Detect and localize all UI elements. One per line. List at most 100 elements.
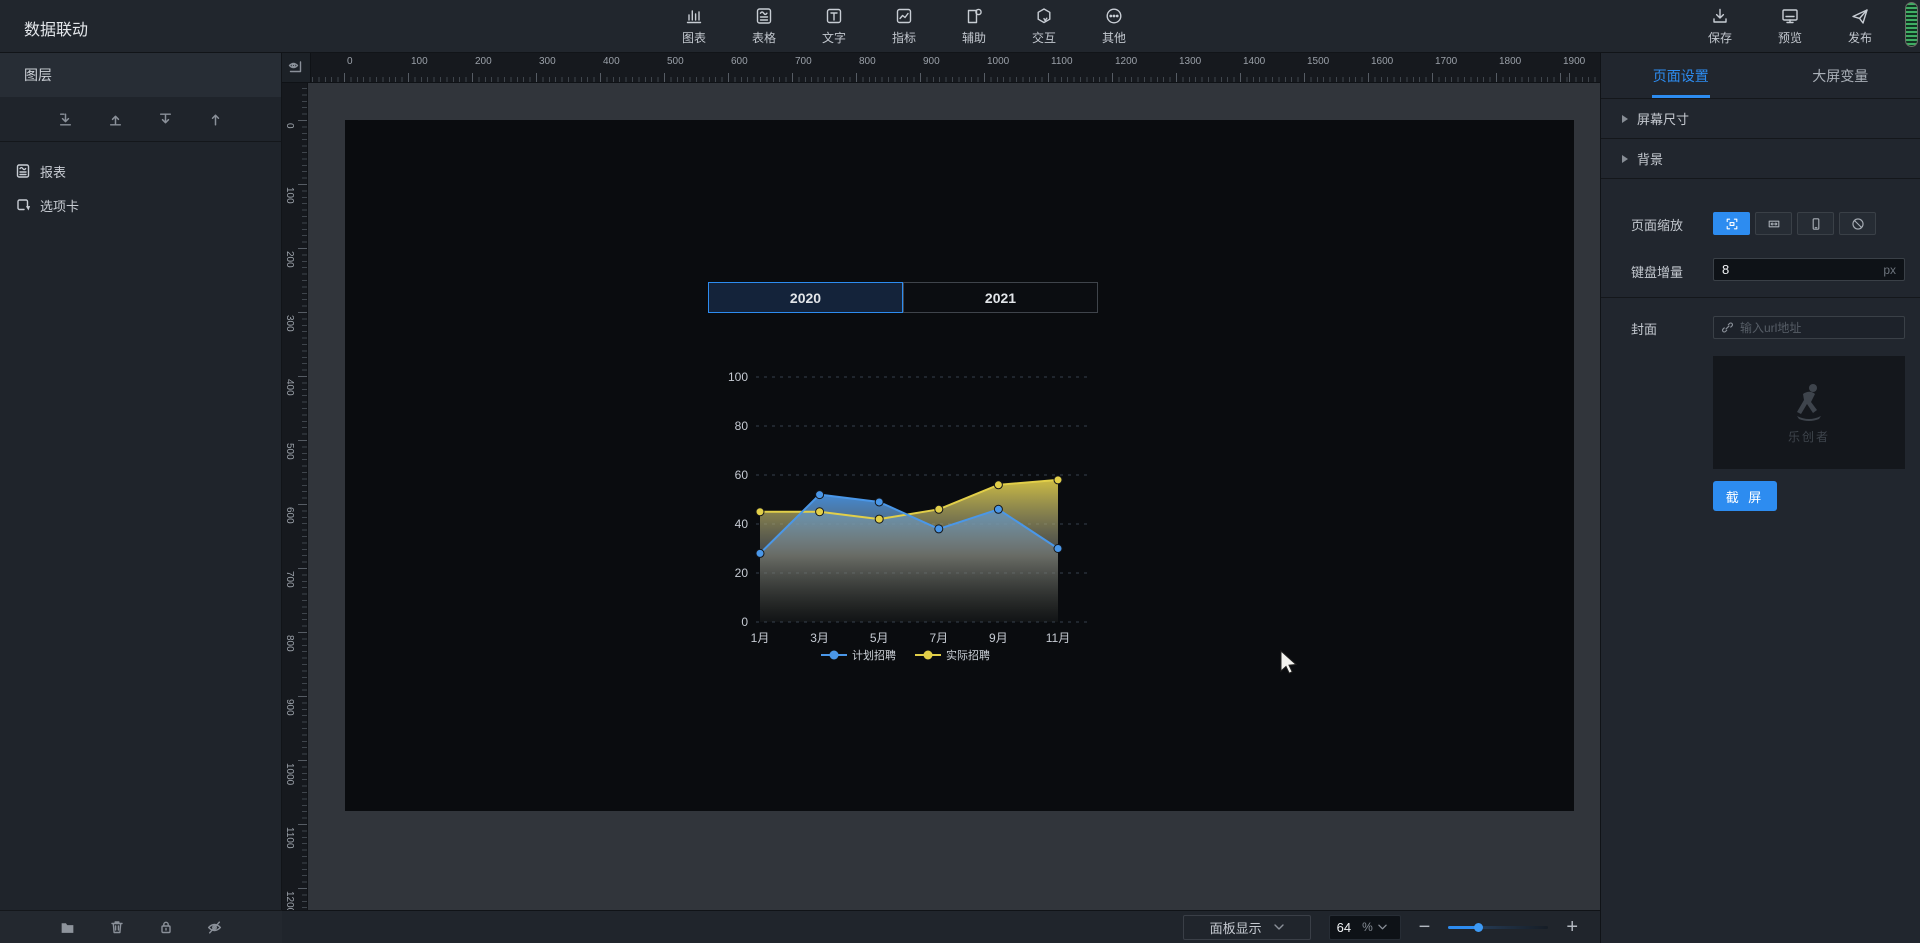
ruler-number: 800 bbox=[284, 635, 295, 652]
preview-icon bbox=[1780, 6, 1800, 26]
ruler-number: 1800 bbox=[1499, 56, 1521, 67]
layers-sidebar: 图层 报表 选项卡 bbox=[0, 53, 282, 910]
lock-button[interactable] bbox=[156, 917, 176, 937]
toolbar-item-chart[interactable]: 图表 bbox=[672, 6, 716, 46]
bring-to-front-button[interactable] bbox=[205, 108, 227, 130]
cover-url-input[interactable] bbox=[1740, 321, 1897, 335]
zoom-none-button[interactable] bbox=[1839, 212, 1876, 235]
publish-button[interactable]: 发布 bbox=[1840, 6, 1880, 46]
topbar: 数据联动 图表 表格 文字 指标 辅助 bbox=[0, 0, 1920, 53]
save-icon bbox=[1710, 6, 1730, 26]
zoom-slider-thumb[interactable] bbox=[1474, 923, 1483, 932]
group-folder-button[interactable] bbox=[58, 917, 78, 937]
send-backward-button[interactable] bbox=[155, 108, 177, 130]
toolbar-item-table[interactable]: 表格 bbox=[742, 6, 786, 46]
layers-header: 图层 bbox=[0, 53, 281, 97]
ruler-number: 700 bbox=[284, 571, 295, 588]
svg-text:0: 0 bbox=[741, 615, 748, 629]
keyboard-increment-input[interactable] bbox=[1722, 262, 1883, 277]
table-icon bbox=[754, 6, 774, 26]
zoom-out-button[interactable]: − bbox=[1419, 917, 1431, 937]
ruler-number: 1200 bbox=[1115, 56, 1137, 67]
hide-eye-off-button[interactable] bbox=[205, 917, 225, 937]
panel-display-dropdown[interactable]: 面板显示 bbox=[1183, 915, 1311, 940]
page-title: 数据联动 bbox=[24, 16, 88, 40]
svg-text:40: 40 bbox=[735, 517, 749, 531]
zoom-fit-height-button[interactable] bbox=[1797, 212, 1834, 235]
ruler-number: 0 bbox=[284, 123, 295, 129]
tab-page-settings[interactable]: 页面设置 bbox=[1601, 53, 1761, 98]
year-tab-widget: 2020 2021 bbox=[708, 282, 1098, 313]
guides-toggle-button[interactable] bbox=[282, 53, 311, 83]
layer-item-tabs[interactable]: 选项卡 bbox=[0, 188, 281, 222]
ruler-number: 100 bbox=[411, 56, 428, 67]
app-root: 数据联动 图表 表格 文字 指标 辅助 bbox=[0, 0, 1920, 943]
preview-button[interactable]: 预览 bbox=[1770, 6, 1810, 46]
ruler-number: 1000 bbox=[284, 763, 295, 785]
canvas-bottom-bar: 面板显示 64 % − + bbox=[282, 910, 1600, 943]
vertical-ruler[interactable]: 0100200300400500600700800900100011001200 bbox=[282, 83, 308, 943]
component-toolbar: 图表 表格 文字 指标 辅助 交互 bbox=[672, 6, 1136, 46]
recruitment-area-chart[interactable]: 0204060801001月3月5月7月9月11月计划招聘实际招聘 bbox=[690, 355, 1110, 665]
cover-preview-image: 乐创者 bbox=[1713, 356, 1905, 469]
settings-panel-tabs: 页面设置 大屏变量 bbox=[1601, 53, 1920, 99]
ruler-number: 800 bbox=[859, 56, 876, 67]
layer-item-report[interactable]: 报表 bbox=[0, 154, 281, 188]
svg-text:100: 100 bbox=[728, 370, 748, 384]
design-canvas[interactable]: 2020 2021 0204060801001月3月5月7月9月11月计划招聘实… bbox=[345, 120, 1574, 811]
bring-forward-button[interactable] bbox=[105, 108, 127, 130]
sidebar-footer bbox=[0, 910, 282, 943]
ruler-number: 300 bbox=[539, 56, 556, 67]
report-icon bbox=[15, 163, 31, 179]
keyboard-increment-field: px bbox=[1713, 258, 1905, 281]
ruler-number: 900 bbox=[284, 699, 295, 716]
ruler-number: 200 bbox=[475, 56, 492, 67]
cover-url-field bbox=[1713, 316, 1905, 339]
interaction-icon bbox=[1034, 6, 1054, 26]
ruler-number: 500 bbox=[667, 56, 684, 67]
zoom-slider-track bbox=[1448, 926, 1548, 929]
ruler-number: 600 bbox=[731, 56, 748, 67]
ruler-number: 1600 bbox=[1371, 56, 1393, 67]
settings-panel: 页面设置 大屏变量 屏幕尺寸 背景 页面缩放 键盘增量 bbox=[1600, 53, 1920, 943]
tab-2020[interactable]: 2020 bbox=[708, 282, 903, 313]
recording-indicator bbox=[1905, 2, 1918, 47]
section-background[interactable]: 背景 bbox=[1601, 139, 1920, 179]
toolbar-item-auxiliary[interactable]: 辅助 bbox=[952, 6, 996, 46]
horizontal-ruler[interactable]: 0100200300400500600700800900100011001200… bbox=[311, 53, 1600, 83]
layer-arrange-toolbar bbox=[0, 97, 281, 142]
section-screen-size[interactable]: 屏幕尺寸 bbox=[1601, 99, 1920, 139]
divider bbox=[1601, 297, 1920, 298]
auxiliary-icon bbox=[964, 6, 984, 26]
more-icon bbox=[1104, 6, 1124, 26]
delete-button[interactable] bbox=[107, 917, 127, 937]
toolbar-item-text[interactable]: 文字 bbox=[812, 6, 856, 46]
tab-screen-variables[interactable]: 大屏变量 bbox=[1761, 53, 1920, 98]
chevron-down-icon bbox=[1274, 924, 1284, 930]
indicator-icon bbox=[894, 6, 914, 26]
toolbar-item-interaction[interactable]: 交互 bbox=[1022, 6, 1066, 46]
zoom-level-select[interactable]: 64 % bbox=[1329, 915, 1401, 940]
svg-text:60: 60 bbox=[735, 468, 749, 482]
zoom-fit-width-button[interactable] bbox=[1755, 212, 1792, 235]
toolbar-item-indicator[interactable]: 指标 bbox=[882, 6, 926, 46]
toolbar-item-more[interactable]: 其他 bbox=[1092, 6, 1136, 46]
workspace: 0100200300400500600700800900100011001200… bbox=[282, 53, 1600, 943]
svg-text:9月: 9月 bbox=[989, 631, 1008, 645]
svg-text:计划招聘: 计划招聘 bbox=[852, 648, 896, 662]
zoom-in-button[interactable]: + bbox=[1566, 917, 1578, 937]
ruler-number: 1700 bbox=[1435, 56, 1457, 67]
send-to-back-button[interactable] bbox=[55, 108, 77, 130]
tab-2021[interactable]: 2021 bbox=[903, 282, 1098, 313]
ruler-number: 1000 bbox=[987, 56, 1009, 67]
svg-text:1月: 1月 bbox=[751, 631, 770, 645]
screenshot-button[interactable]: 截 屏 bbox=[1713, 481, 1777, 511]
save-button[interactable]: 保存 bbox=[1700, 6, 1740, 46]
zoom-slider[interactable] bbox=[1448, 920, 1548, 934]
caret-right-icon bbox=[1622, 155, 1628, 163]
ruler-number: 1100 bbox=[1051, 56, 1073, 67]
keyboard-increment-unit: px bbox=[1883, 263, 1896, 277]
zoom-fit-screen-button[interactable] bbox=[1713, 212, 1750, 235]
page-zoom-label: 页面缩放 bbox=[1631, 215, 1683, 234]
ruler-number: 1100 bbox=[284, 827, 295, 849]
